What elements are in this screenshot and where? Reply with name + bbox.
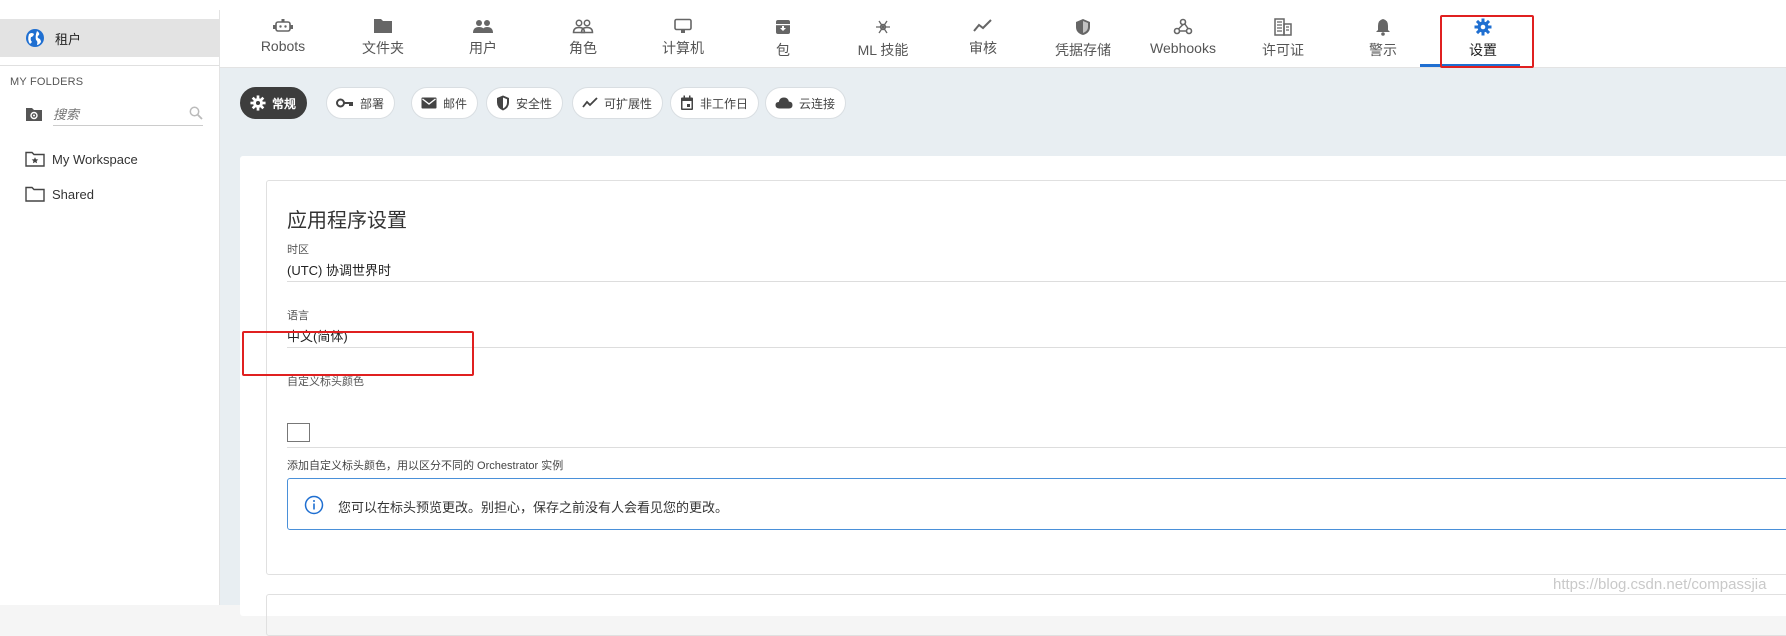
next-settings-panel [266,594,1786,636]
folder-item-my-workspace[interactable]: My Workspace [25,151,138,167]
nav-label: 凭据存储 [1055,42,1111,58]
folder-icon [374,19,392,33]
monitor-icon [674,18,692,33]
nav-license[interactable]: 许可证 [1233,10,1333,67]
nav-label: 包 [776,42,790,58]
nav-label: ML 技能 [857,42,909,58]
nav-audit[interactable]: 审核 [933,10,1033,67]
tab-label: 常规 [272,96,297,111]
folder-item-shared[interactable]: Shared [25,186,94,202]
tab-mail[interactable]: 邮件 [411,87,479,119]
shield-icon [497,95,509,111]
language-underline [287,347,1786,348]
folder-label: Shared [52,186,94,202]
folder-star-icon [25,151,45,167]
highlight-box-settings [1440,15,1534,68]
nav-robots[interactable]: Robots [233,10,333,67]
nav-ml-skills[interactable]: ML 技能 [833,10,933,67]
robot-icon [273,19,293,32]
info-banner: 您可以在标头预览更改。别担心，保存之前没有人会看见您的更改。 [287,478,1786,530]
nav-webhooks[interactable]: Webhooks [1133,10,1233,67]
top-nav: Robots 文件夹 用户 角色 计算机 包 ML 技能 审核 凭据存储 Web… [220,10,1786,68]
nav-label: Webhooks [1150,40,1216,56]
tenant-label: 租户 [55,31,82,47]
tab-general[interactable]: 常规 [240,87,308,119]
nav-label: 角色 [569,40,597,56]
watermark-text: https://blog.csdn.net/compassjia [1553,576,1767,593]
nav-packages[interactable]: 包 [733,10,833,67]
tab-label: 可扩展性 [604,96,653,111]
tab-deployment[interactable]: 部署 [326,87,396,119]
tab-label: 非工作日 [700,96,749,111]
nav-credential-stores[interactable]: 凭据存储 [1033,10,1133,67]
folder-search-input[interactable] [53,103,203,126]
tab-label: 云连接 [799,96,836,111]
mail-icon [421,97,437,109]
tab-non-working-days[interactable]: 非工作日 [670,87,760,119]
gear-icon [250,95,266,111]
nav-label: 用户 [469,40,497,56]
key-icon [336,98,353,108]
my-folders-heading: MY FOLDERS [10,76,84,88]
roles-icon [572,19,594,34]
nav-label: 审核 [969,40,997,56]
search-icon[interactable] [189,106,203,120]
shield-icon [1076,19,1090,35]
globe-icon [26,29,44,47]
webhook-icon [1173,18,1193,35]
folder-search-icon [26,108,42,121]
nav-label: 警示 [1369,42,1397,58]
tab-label: 邮件 [443,96,468,111]
nav-label: Robots [260,38,306,54]
tenant-item[interactable]: 租户 [0,19,219,57]
nav-roles[interactable]: 角色 [533,10,633,67]
tab-label: 部署 [360,96,385,111]
settings-card: 应用程序设置 时区 (UTC) 协调世界时 语言 中文(简体) 自定义标头颜色 … [240,156,1786,636]
info-message: 您可以在标头预览更改。别担心，保存之前没有人会看见您的更改。 [338,500,729,515]
ml-skills-icon [876,20,890,34]
calendar-icon [681,95,693,110]
nav-users[interactable]: 用户 [433,10,533,67]
nav-label: 计算机 [662,40,704,56]
header-color-swatch[interactable] [287,423,310,442]
application-settings-panel: 应用程序设置 时区 (UTC) 协调世界时 语言 中文(简体) 自定义标头颜色 … [266,180,1786,575]
nav-alerts[interactable]: 警示 [1333,10,1433,67]
sidebar: 租户 MY FOLDERS My Workspace Shared [0,10,220,605]
folder-search [25,103,205,127]
timezone-label: 时区 [287,244,309,256]
audit-trend-icon [973,19,992,32]
nav-machines[interactable]: 计算机 [633,10,733,67]
nav-folders[interactable]: 文件夹 [333,10,433,67]
bell-icon [1376,19,1390,36]
users-icon [473,20,493,33]
header-color-hint: 添加自定义标头颜色，用以区分不同的 Orchestrator 实例 [287,460,564,472]
trend-icon [582,97,598,108]
tab-security[interactable]: 安全性 [486,87,564,119]
info-icon [304,495,324,515]
tab-cloud-connection[interactable]: 云连接 [765,87,847,119]
header-color-underline [287,447,1786,448]
highlight-box-language [242,331,474,376]
timezone-underline [287,281,1786,282]
package-icon [776,20,790,34]
tab-scalability[interactable]: 可扩展性 [572,87,664,119]
timezone-select[interactable]: (UTC) 协调世界时 [287,260,391,279]
language-label: 语言 [287,310,309,322]
sidebar-divider [0,65,219,66]
folder-label: My Workspace [52,151,138,167]
nav-label: 许可证 [1262,42,1304,58]
tab-label: 安全性 [516,96,553,111]
nav-label: 文件夹 [362,40,404,56]
folder-icon [25,186,45,202]
cloud-icon [775,97,793,109]
license-building-icon [1274,18,1292,36]
page-title: 应用程序设置 [287,210,407,232]
